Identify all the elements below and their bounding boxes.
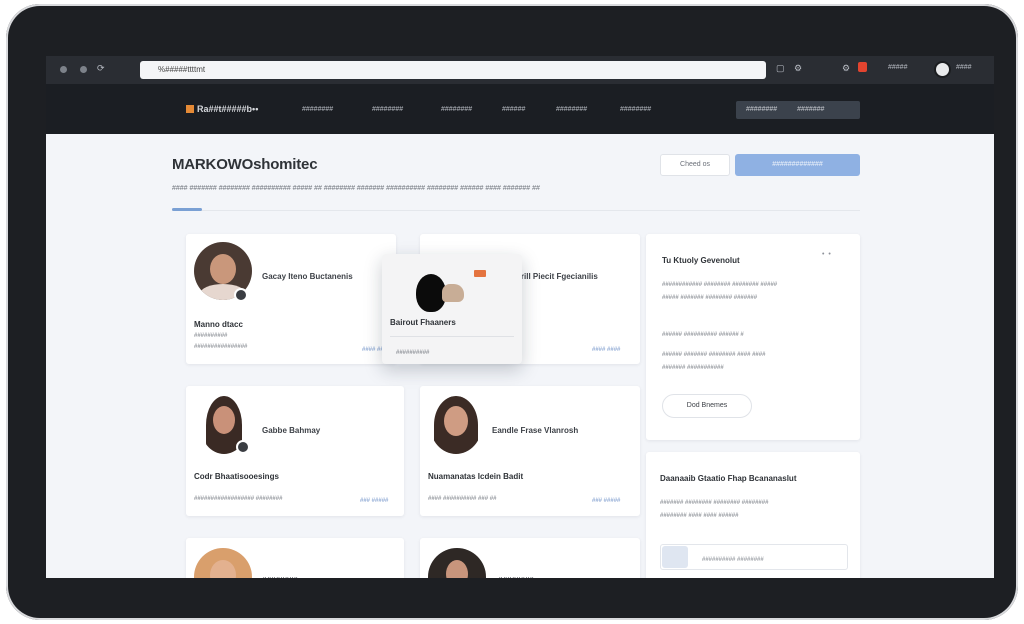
nav-segment-item[interactable]: #######	[797, 106, 824, 113]
profile-card[interactable]: Gacay Iteno Buctanenis Manno dtacc #####…	[186, 234, 396, 364]
screen: ⟳ %#####ttttmt ▢ ⚙ ⚙ ##### #### Ra##t###…	[46, 56, 994, 578]
avatar	[428, 548, 486, 578]
nav-segment-item[interactable]: ########	[746, 106, 777, 113]
bookmark-icon[interactable]: ▢	[776, 63, 785, 74]
page-subtitle: #### ####### ######## ########## ##### #…	[172, 185, 540, 192]
panel-line: ##### ####### ######## #######	[662, 295, 758, 301]
tag-icon	[474, 270, 486, 277]
info-panel: Tu Ktuoly Gevenolut • • ############ ###…	[646, 234, 860, 440]
card-meta: #### ########## ### ##	[428, 496, 497, 502]
card-name: Frill Piecit Fgecianilis	[516, 272, 598, 281]
card-meta: ################	[194, 344, 248, 350]
input-placeholder: ########## ########	[702, 557, 764, 563]
more-icon[interactable]: • •	[822, 251, 832, 258]
extension-icon[interactable]: ⚙	[794, 63, 802, 74]
attachment-icon[interactable]	[662, 546, 688, 568]
nav-link[interactable]: ########	[620, 106, 651, 113]
brand-name: Ra##t#####b••	[197, 104, 259, 114]
profile-card[interactable]: ########	[420, 538, 640, 578]
user-label[interactable]: #####	[888, 64, 907, 71]
card-meta: ################## ########	[194, 496, 283, 502]
notification-icon[interactable]	[858, 62, 867, 72]
face-icon	[446, 560, 468, 578]
secondary-button[interactable]: Cheed os	[660, 154, 730, 176]
panel-line: ###### ########## ###### #	[662, 332, 744, 338]
card-name: ########	[262, 576, 298, 578]
card-name: ########	[498, 576, 534, 578]
laptop-frame: ⟳ %#####ttttmt ▢ ⚙ ⚙ ##### #### Ra##t###…	[6, 4, 1018, 620]
hover-preview[interactable]: Bairout Fhaaners ##########	[382, 254, 522, 364]
nav-link[interactable]: ########	[302, 106, 333, 113]
panel-line: ############ ######## ######## #####	[662, 282, 778, 288]
app-navbar: Ra##t#####b•• ######## ######## ########…	[46, 84, 994, 134]
divider	[390, 336, 514, 337]
card-name: Gabbe Bahmay	[262, 426, 321, 435]
preview-title: Bairout Fhaaners	[390, 318, 456, 327]
card-link[interactable]: #### ####	[592, 347, 620, 353]
face-icon	[210, 254, 236, 284]
profile-card[interactable]: Gabbe Bahmay Codr Bhaatisooesings ######…	[186, 386, 404, 516]
status-badge	[234, 288, 248, 302]
face-icon	[210, 560, 236, 578]
preview-subtitle: ##########	[396, 350, 430, 356]
browser-toolbar: ⟳ %#####ttttmt ▢ ⚙ ⚙ ##### ####	[46, 56, 994, 84]
card-role: Codr Bhaatisooesings	[194, 472, 279, 481]
profile-avatar[interactable]	[934, 61, 951, 78]
window-dot-icon[interactable]	[80, 66, 87, 73]
card-meta: ##########	[194, 333, 228, 339]
nav-link[interactable]: ########	[556, 106, 587, 113]
profile-card[interactable]: ########	[186, 538, 404, 578]
card-link[interactable]: ### #####	[360, 498, 388, 504]
card-role: Nuamanatas Icdein Badit	[428, 472, 524, 481]
address-bar[interactable]: %#####ttttmt	[140, 61, 766, 79]
status-badge	[236, 440, 250, 454]
nav-segment[interactable]: ######## #######	[736, 101, 860, 119]
face-icon	[444, 406, 468, 436]
panel-action-button[interactable]: Dod Bnemes	[662, 394, 752, 418]
profile-card[interactable]: Eandle Frase Vlanrosh Nuamanatas Icdein …	[420, 386, 640, 516]
panel-title: Daanaaib Gtaatio Fhap Bcananaslut	[660, 474, 797, 483]
avatar	[430, 396, 482, 454]
logo-icon	[186, 105, 194, 113]
brand-logo[interactable]: Ra##t#####b••	[186, 104, 258, 114]
nav-link[interactable]: ########	[441, 106, 472, 113]
window-dot-icon[interactable]	[60, 66, 67, 73]
card-name: Gacay Iteno Buctanenis	[262, 272, 353, 281]
primary-button[interactable]: #############	[735, 154, 860, 176]
info-panel: Daanaaib Gtaatio Fhap Bcananaslut ######…	[646, 452, 860, 578]
nav-link[interactable]: ########	[372, 106, 403, 113]
panel-line: ####### ###########	[662, 365, 724, 371]
card-role: Manno dtacc	[194, 320, 243, 329]
card-link[interactable]: ### #####	[592, 498, 620, 504]
divider	[172, 210, 860, 211]
panel-line: ####### ######## ######## ########	[660, 500, 769, 506]
panel-line: ######## #### #### ######	[660, 513, 739, 519]
face-icon	[213, 406, 235, 434]
nav-link[interactable]: ######	[502, 106, 525, 113]
panel-title: Tu Ktuoly Gevenolut	[662, 256, 740, 265]
panel-line: ###### ####### ######## #### ####	[662, 352, 766, 358]
card-name: Eandle Frase Vlanrosh	[492, 426, 579, 435]
hand-icon	[442, 284, 464, 302]
avatar	[194, 548, 252, 578]
reload-icon[interactable]: ⟳	[97, 63, 105, 74]
profile-label[interactable]: ####	[956, 64, 972, 71]
settings-icon[interactable]: ⚙	[842, 63, 850, 74]
active-tab-indicator	[172, 208, 202, 211]
page-title: MARKOWOshomitec	[172, 156, 318, 173]
